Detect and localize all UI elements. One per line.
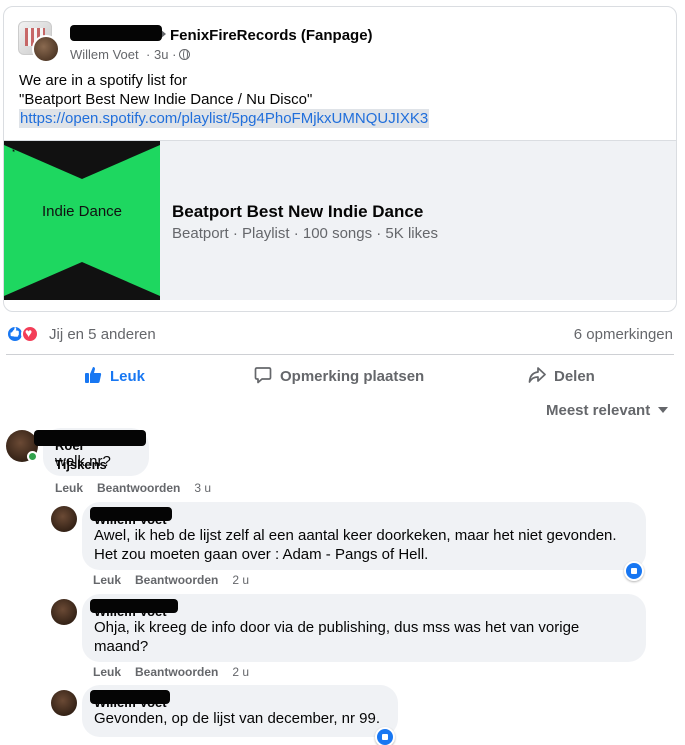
divider bbox=[6, 354, 674, 355]
comment-like-button[interactable]: Leuk bbox=[93, 573, 121, 587]
comment-text: maand? bbox=[94, 638, 149, 655]
post-card: FenixFireRecords (Fanpage) Willem Voet · … bbox=[3, 6, 677, 312]
online-status-icon bbox=[27, 451, 38, 462]
cover-label: Indie Dance bbox=[41, 203, 123, 220]
comments-count[interactable]: 6 opmerkingen bbox=[574, 326, 673, 343]
comment-time[interactable]: 2 u bbox=[232, 573, 249, 587]
comment-time[interactable]: 3 u bbox=[194, 481, 211, 495]
comment-actions: Leuk Beantwoorden 2 u bbox=[93, 573, 263, 587]
comment-text: Ohja, ik kreeg de info door via de publi… bbox=[94, 619, 580, 636]
preview-title[interactable]: Beatport Best New Indie Dance bbox=[172, 202, 423, 222]
post-meta: Willem Voet · 3u · bbox=[70, 47, 191, 62]
author-name[interactable]: Willem Voet bbox=[70, 47, 146, 62]
commenter-avatar[interactable] bbox=[51, 599, 77, 625]
post-avatar-group[interactable] bbox=[18, 21, 62, 67]
post-text-line: "Beatport Best New Indie Dance / Nu Disc… bbox=[19, 91, 313, 108]
comment-like-button[interactable]: Leuk bbox=[55, 481, 83, 495]
like-reaction-icon[interactable] bbox=[375, 727, 395, 745]
group-name[interactable]: FenixFireRecords (Fanpage) bbox=[170, 27, 373, 44]
preview-body[interactable]: Beatport Best New Indie Dance Beatport ·… bbox=[160, 141, 676, 300]
comment-text: Gevonden, op de lijst van december, nr 9… bbox=[94, 710, 381, 727]
comment-sort-dropdown[interactable]: Meest relevant bbox=[546, 402, 669, 419]
comment-text: Awel, ik heb de lijst zelf al een aantal… bbox=[94, 527, 617, 544]
like-reaction-icon[interactable] bbox=[624, 561, 644, 581]
playlist-cover-image[interactable]: ◔ Indie Dance bbox=[4, 141, 160, 300]
like-button[interactable]: Leuk bbox=[84, 366, 145, 388]
preview-subtitle: Beatport · Playlist · 100 songs · 5K lik… bbox=[172, 225, 438, 242]
redacted-author bbox=[90, 599, 178, 613]
comment-text: welk nr? bbox=[55, 453, 111, 470]
redacted-author bbox=[34, 430, 146, 446]
redacted-author bbox=[90, 507, 172, 521]
spotify-link[interactable]: https://open.spotify.com/playlist/5pg4Ph… bbox=[19, 109, 430, 128]
comment-button[interactable]: Opmerking plaatsen bbox=[254, 366, 424, 388]
comment-reply-button[interactable]: Beantwoorden bbox=[135, 665, 218, 679]
redacted-author bbox=[70, 25, 162, 41]
redacted-author bbox=[90, 690, 170, 704]
globe-icon bbox=[179, 49, 191, 60]
love-icon bbox=[21, 325, 39, 343]
post-text-line: We are in a spotify list for bbox=[19, 72, 188, 89]
comment-actions: Leuk Beantwoorden 2 u bbox=[93, 665, 263, 679]
thumbs-up-icon bbox=[85, 367, 102, 383]
commenter-avatar[interactable] bbox=[51, 690, 77, 716]
share-icon bbox=[528, 367, 546, 383]
comment-reply-button[interactable]: Beantwoorden bbox=[135, 573, 218, 587]
comment-text: Het zou moeten gaan over : Adam - Pangs … bbox=[94, 546, 429, 563]
caret-down-icon bbox=[658, 407, 669, 413]
comment-reply-button[interactable]: Beantwoorden bbox=[97, 481, 180, 495]
comment-icon bbox=[254, 367, 272, 384]
chevron-graphic bbox=[4, 262, 160, 300]
comment-author[interactable]: Willem Voet bbox=[94, 510, 634, 527]
reactions-text[interactable]: Jij en 5 anderen bbox=[49, 326, 156, 343]
comment-like-button[interactable]: Leuk bbox=[93, 665, 121, 679]
commenter-avatar[interactable] bbox=[51, 506, 77, 532]
post-header: FenixFireRecords (Fanpage) bbox=[70, 25, 373, 44]
comment-actions: Leuk Beantwoorden 3 u bbox=[55, 481, 225, 495]
comment-time[interactable]: 2 u bbox=[232, 665, 249, 679]
post-text: We are in a spotify list for "Beatport B… bbox=[19, 71, 430, 128]
post-time[interactable]: 3u bbox=[154, 47, 168, 62]
share-button[interactable]: Delen bbox=[528, 366, 595, 388]
author-avatar[interactable] bbox=[32, 35, 60, 63]
link-preview[interactable]: ◔ Indie Dance Beatport Best New Indie Da… bbox=[4, 140, 676, 300]
chevron-graphic bbox=[4, 141, 160, 179]
